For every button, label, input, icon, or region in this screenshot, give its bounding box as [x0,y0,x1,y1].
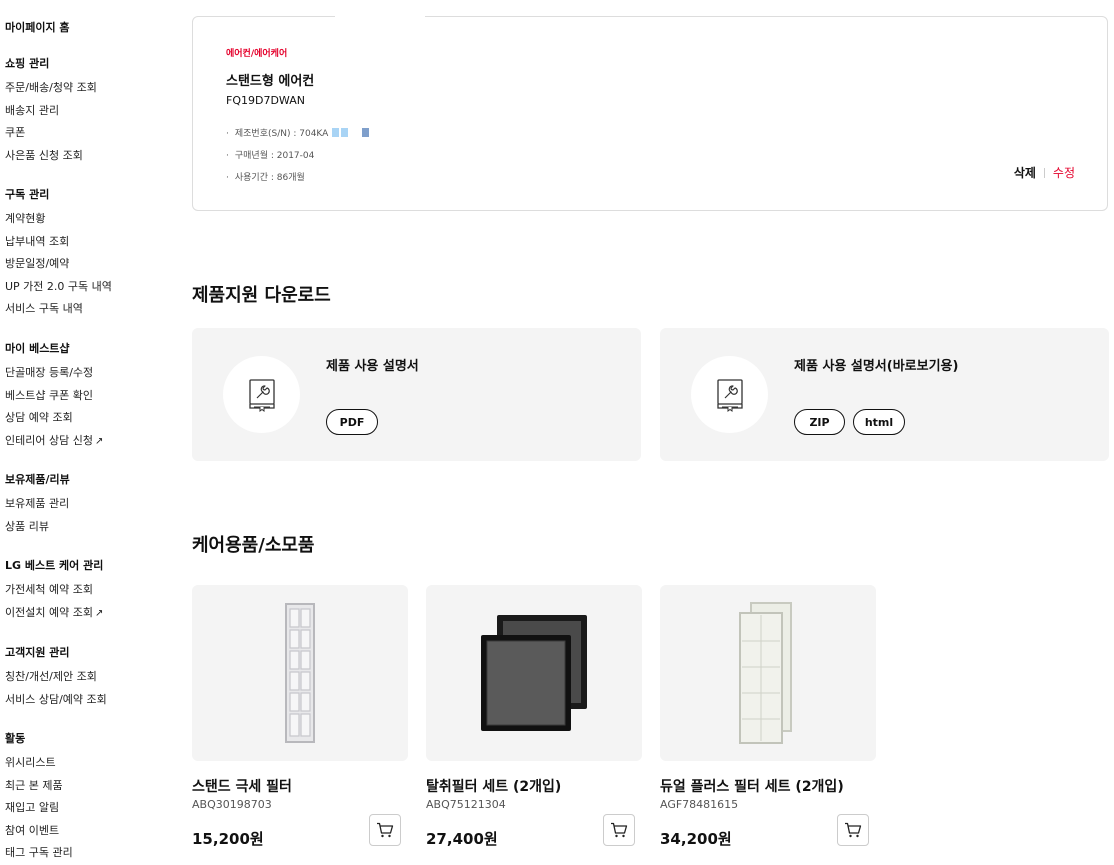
download-buttons: ZIP html [794,409,905,435]
sidebar-item-recent[interactable]: 최근 본 제품 [5,778,73,801]
care-title: 케어용품/소모품 [192,535,315,556]
sidebar-item-contracts[interactable]: 계약현황 [5,211,112,234]
product-code: ABQ30198703 [192,798,272,811]
sidebar-section-subscription: 구독 관리 계약현황 납부내역 조회 방문일정/예약 UP 가전 2.0 구독 … [5,187,112,324]
cart-icon [377,822,394,838]
product-price: 34,200원 [660,830,732,848]
html-button[interactable]: html [853,409,905,435]
product-image[interactable] [192,585,408,761]
owned-product-card: 에어컨/에어케어 스탠드형 에어컨 FQ19D7DWAN · 제조번호(S/N) … [192,15,1108,211]
sidebar-item-orders[interactable]: 주문/배송/청약 조회 [5,80,97,103]
download-buttons: PDF [326,409,378,435]
spec-purchase: · 구매년월 : 2017-04 [226,151,315,161]
sidebar-section-owned: 보유제품/리뷰 보유제품 관리 상품 리뷰 [5,472,70,541]
sidebar-section-activity: 활동 위시리스트 최근 본 제품 재입고 알림 참여 이벤트 태그 구독 관리 [5,731,73,865]
product-image[interactable] [426,585,642,761]
sidebar-section-title: 구독 관리 [5,188,50,201]
sidebar-section-title: 쇼핑 관리 [5,57,50,70]
sidebar-item-relocation[interactable]: 이전설치 예약 조회 ↗ [5,605,103,628]
sidebar-item-wishlist[interactable]: 위시리스트 [5,755,73,778]
masked-block [332,128,340,137]
card-actions: 삭제 수정 [1014,164,1075,181]
delete-button[interactable]: 삭제 [1014,164,1036,181]
manual-icon [691,356,768,433]
download-card-title: 제품 사용 설명서(바로보기용) [794,359,959,374]
product-price: 27,400원 [426,830,498,848]
download-card-title: 제품 사용 설명서 [326,359,419,374]
product-name: 스탠드형 에어컨 [226,74,315,89]
sidebar-item-gifts[interactable]: 사은품 신청 조회 [5,148,97,171]
product-title[interactable]: 탈취필터 세트 (2개입) [426,776,561,796]
sidebar-section-title: 마이 베스트샵 [5,342,70,355]
care-product-card: 스탠드 극세 필터 ABQ30198703 15,200원 [192,585,408,848]
external-link-icon: ↗ [94,607,104,619]
add-to-cart-button[interactable] [369,814,401,846]
sidebar-section-bestshop: 마이 베스트샵 단골매장 등록/수정 베스트샵 쿠폰 확인 상담 예약 조회 인… [5,341,103,455]
sidebar-item-service-subscription[interactable]: 서비스 구독 내역 [5,301,112,324]
manual-icon [223,356,300,433]
download-card-manual-viewer: 제품 사용 설명서(바로보기용) ZIP html [660,328,1109,461]
external-link-icon: ↗ [94,435,104,447]
sidebar-item-interior-consult[interactable]: 인테리어 상담 신청 ↗ [5,433,103,456]
sidebar-section-shopping: 쇼핑 관리 주문/배송/청약 조회 배송지 관리 쿠폰 사은품 신청 조회 [5,56,97,170]
sidebar-home-link[interactable]: 마이페이지 홈 [5,19,70,35]
spec-serial: · 제조번호(S/N) : 704KA [226,126,370,139]
sidebar-item-visits[interactable]: 방문일정/예약 [5,256,112,279]
masked-block [362,128,370,137]
spec-period: · 사용기간 : 86개월 [226,173,305,183]
product-price: 15,200원 [192,830,264,848]
sidebar-item-consult-reservations[interactable]: 상담 예약 조회 [5,410,103,433]
sidebar-item-cleaning[interactable]: 가전세척 예약 조회 [5,582,103,605]
add-to-cart-button[interactable] [837,814,869,846]
sidebar-section-bestcare: LG 베스트 케어 관리 가전세척 예약 조회 이전설치 예약 조회 ↗ [5,558,103,627]
add-to-cart-button[interactable] [603,814,635,846]
zip-button[interactable]: ZIP [794,409,845,435]
care-product-card: 탈취필터 세트 (2개입) ABQ75121304 27,400원 [426,585,642,848]
sidebar-section-support: 고객지원 관리 칭찬/개선/제안 조회 서비스 상담/예약 조회 [5,645,107,714]
product-title[interactable]: 스탠드 극세 필터 [192,776,292,796]
sidebar-item-reviews[interactable]: 상품 리뷰 [5,519,70,542]
care-product-card: 듀얼 플러스 필터 세트 (2개입) AGF78481615 34,200원 [660,585,876,848]
divider [1043,167,1045,178]
product-category: 에어컨/에어케어 [226,49,288,59]
sidebar-item-feedback[interactable]: 칭찬/개선/제안 조회 [5,669,107,692]
sidebar-item-bestshop-coupons[interactable]: 베스트샵 쿠폰 확인 [5,388,103,411]
sidebar-item-coupons[interactable]: 쿠폰 [5,125,97,148]
sidebar-section-title: 고객지원 관리 [5,646,70,659]
sidebar-item-tags[interactable]: 태그 구독 관리 [5,845,73,865]
sidebar-item-up-appliance[interactable]: UP 가전 2.0 구독 내역 [5,279,112,302]
edit-button[interactable]: 수정 [1053,164,1075,181]
cart-icon [611,822,628,838]
card-tab-gap [335,15,425,19]
product-model: FQ19D7DWAN [226,94,305,107]
sidebar-item-events[interactable]: 참여 이벤트 [5,823,73,846]
sidebar-item-addresses[interactable]: 배송지 관리 [5,103,97,126]
downloads-title: 제품지원 다운로드 [192,285,331,306]
sidebar-item-owned-products[interactable]: 보유제품 관리 [5,496,70,519]
sidebar-section-title: 활동 [5,732,26,745]
sidebar-item-service-consult[interactable]: 서비스 상담/예약 조회 [5,692,107,715]
sidebar-section-title: 보유제품/리뷰 [5,473,70,486]
spec-serial-text: 제조번호(S/N) : 704KA [234,129,329,139]
masked-block [341,128,349,137]
sidebar-section-title: LG 베스트 케어 관리 [5,559,104,572]
product-code: ABQ75121304 [426,798,506,811]
pdf-button[interactable]: PDF [326,409,378,435]
sidebar-item-payments[interactable]: 납부내역 조회 [5,234,112,257]
product-code: AGF78481615 [660,798,739,811]
cart-icon [845,822,862,838]
product-image[interactable] [660,585,876,761]
product-title[interactable]: 듀얼 플러스 필터 세트 (2개입) [660,776,844,796]
sidebar-item-regular-store[interactable]: 단골매장 등록/수정 [5,365,103,388]
sidebar-item-restock[interactable]: 재입고 알림 [5,800,73,823]
download-card-manual: 제품 사용 설명서 PDF [192,328,641,461]
